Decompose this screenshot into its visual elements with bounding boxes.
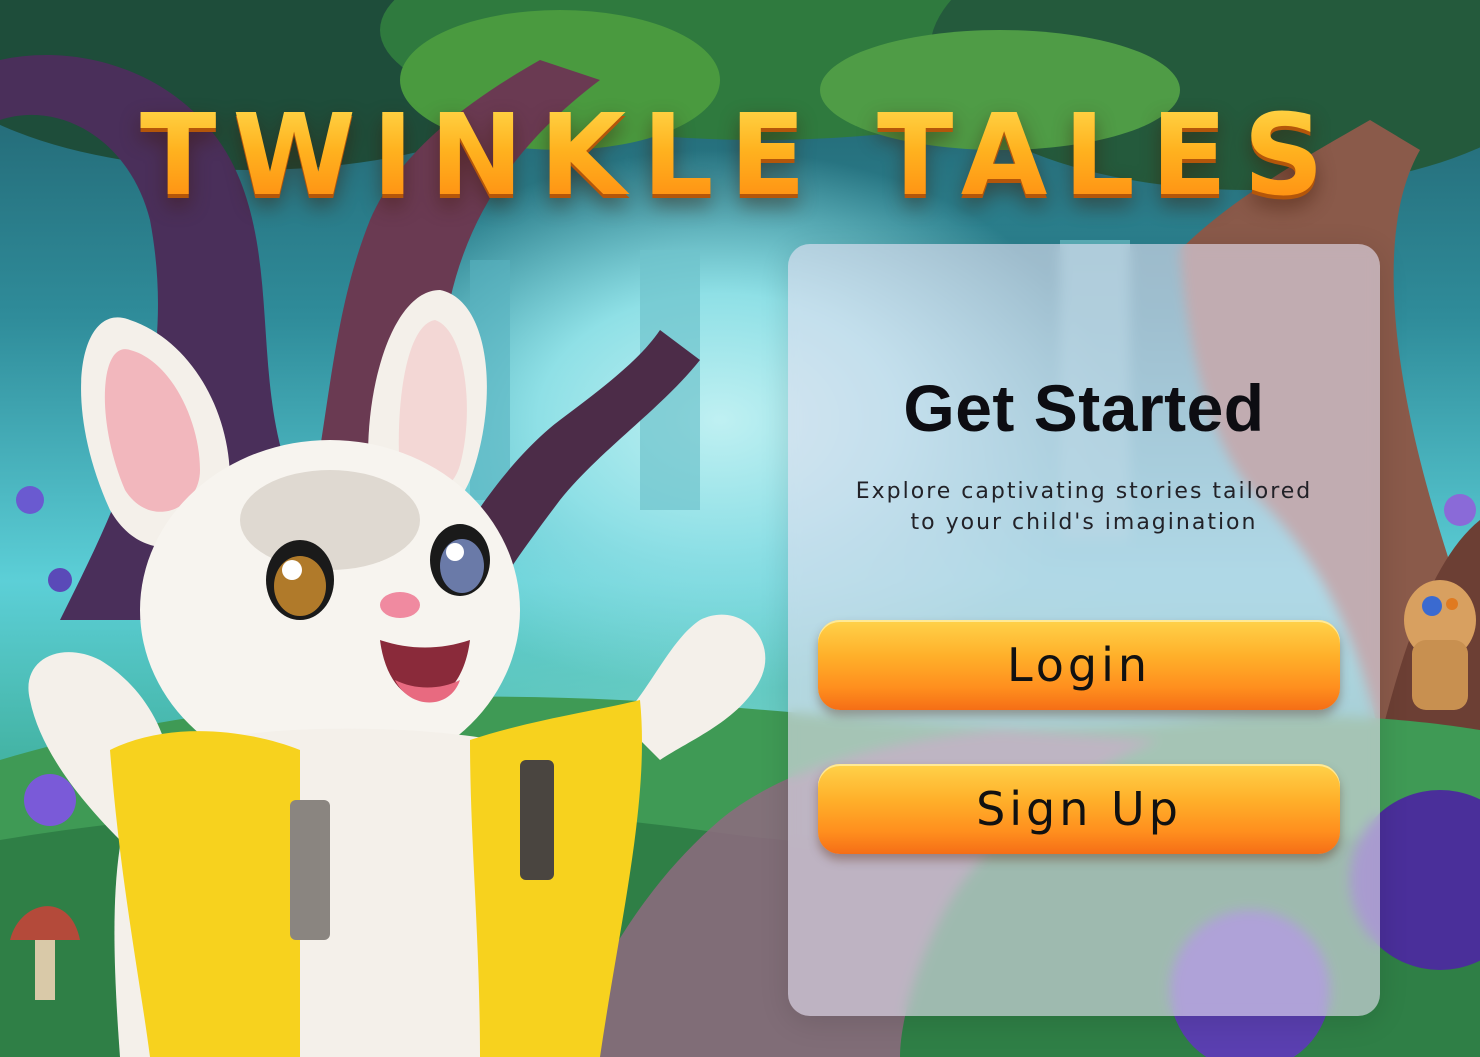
- panel-description-line-2: to your child's imagination: [910, 510, 1258, 535]
- app-title-logo: TWINKLE TALES: [0, 100, 1480, 212]
- panel-description: Explore captivating stories tailored to …: [818, 476, 1350, 538]
- login-button[interactable]: Login: [818, 620, 1340, 710]
- app-screen: TWINKLE TALES Get Started Explore captiv…: [0, 0, 1480, 1057]
- rabbit-mascot-illustration: [28, 290, 766, 1057]
- panel-description-line-1: Explore captivating stories tailored: [855, 479, 1313, 504]
- panel-heading: Get Started: [903, 371, 1265, 445]
- get-started-panel: Get Started Explore captivating stories …: [788, 244, 1380, 1016]
- sign-up-button[interactable]: Sign Up: [818, 764, 1340, 854]
